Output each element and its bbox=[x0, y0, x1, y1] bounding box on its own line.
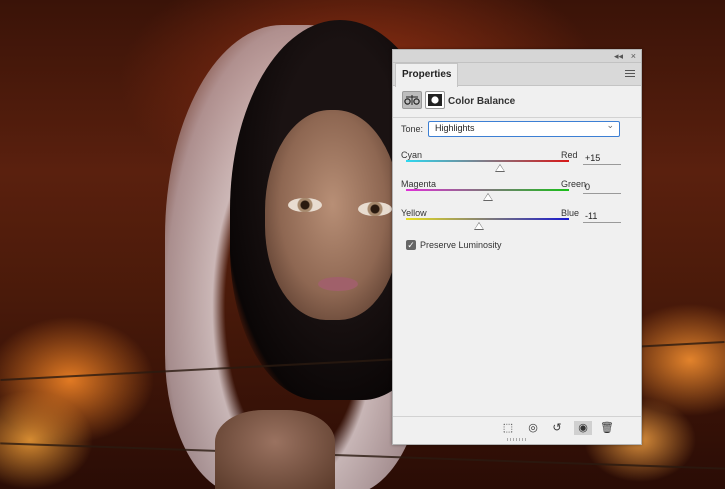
properties-panel: ◂◂ × Properties Color Balance Tone: High… bbox=[392, 49, 642, 445]
tab-properties[interactable]: Properties bbox=[395, 63, 459, 87]
slider-thumb[interactable] bbox=[482, 193, 493, 201]
slider-left-label: Magenta bbox=[401, 179, 437, 189]
slider-track[interactable] bbox=[406, 189, 569, 191]
tone-label: Tone: bbox=[401, 124, 424, 134]
reset-icon: ↺ bbox=[552, 422, 562, 434]
tone-dropdown[interactable]: Highlights ⌄ bbox=[428, 120, 620, 137]
collapse-arrows-icon[interactable]: ◂◂ bbox=[614, 50, 623, 62]
clip-to-layer-button[interactable]: ⬚ bbox=[499, 421, 517, 435]
slider-track[interactable] bbox=[406, 218, 569, 220]
slider-left-label: Yellow bbox=[401, 208, 427, 218]
adjustment-title: Color Balance bbox=[448, 96, 516, 107]
slider-right-label: Blue bbox=[561, 208, 580, 218]
slider-track[interactable] bbox=[406, 160, 569, 162]
resize-grip[interactable] bbox=[507, 438, 527, 441]
mask-icon[interactable] bbox=[425, 91, 445, 109]
trash-icon: 🗑 bbox=[600, 422, 614, 434]
left-eye bbox=[288, 198, 322, 212]
reset-button[interactable]: ↺ bbox=[548, 421, 566, 435]
toggle-visibility-button[interactable]: ◉ bbox=[574, 421, 592, 435]
slider-thumb[interactable] bbox=[473, 222, 484, 230]
right-eye bbox=[358, 202, 392, 216]
preserve-luminosity-checkbox[interactable]: ✓ bbox=[406, 240, 416, 250]
hand bbox=[215, 410, 335, 489]
view-previous-button[interactable]: ◎ bbox=[524, 421, 542, 435]
slider-value-field[interactable]: 0 bbox=[583, 181, 621, 194]
delete-button[interactable]: 🗑 bbox=[598, 421, 616, 435]
slider-left-label: Cyan bbox=[401, 150, 423, 160]
tab-row: Properties bbox=[393, 63, 641, 87]
preserve-luminosity-label: Preserve Luminosity bbox=[420, 240, 502, 250]
eye-icon: ◉ bbox=[578, 422, 588, 434]
close-icon[interactable]: × bbox=[631, 50, 636, 62]
slider-value-field[interactable]: +15 bbox=[583, 152, 621, 165]
clip-icon: ⬚ bbox=[502, 422, 514, 434]
bottom-toolbar: ⬚ ◎ ↺ ◉ 🗑 bbox=[393, 416, 641, 439]
tone-value: Highlights bbox=[435, 123, 475, 133]
lips bbox=[318, 277, 358, 291]
color-balance-icon[interactable] bbox=[402, 91, 422, 109]
slider-thumb[interactable] bbox=[494, 164, 505, 172]
slider-value-field[interactable]: -11 bbox=[583, 210, 621, 223]
adjustment-header: Color Balance bbox=[393, 87, 641, 118]
slider-right-label: Red bbox=[561, 150, 578, 160]
panel-titlebar[interactable]: ◂◂ × bbox=[393, 50, 641, 63]
eye-previous-icon: ◎ bbox=[528, 422, 538, 434]
panel-menu-icon[interactable] bbox=[625, 68, 635, 79]
chevron-down-icon: ⌄ bbox=[606, 120, 614, 130]
